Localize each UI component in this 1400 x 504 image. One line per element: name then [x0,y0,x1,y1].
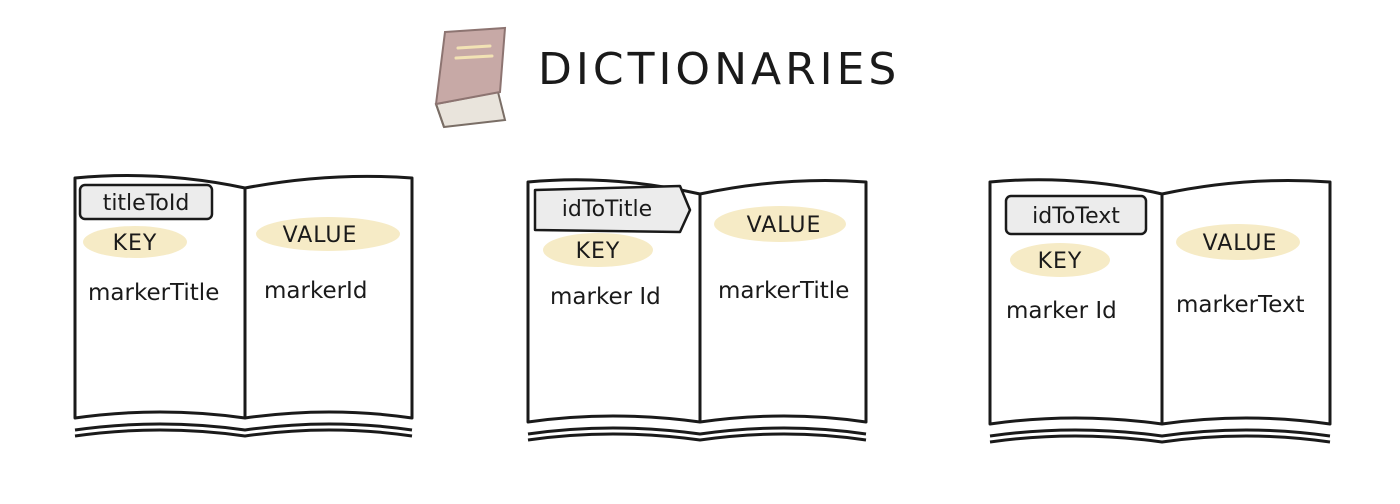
dictionary-name: idToTitle [562,197,652,222]
book-page-edges [74,422,413,438]
key-label: KEY [113,231,158,256]
dictionary-book-1: titleToId KEY VALUE markerTitle markerId [73,174,414,438]
key-label: KEY [1038,249,1083,274]
dictionary-name: idToText [1032,204,1120,229]
dictionary-book-2: idToTitle KEY VALUE marker Id markerTitl… [526,178,868,442]
key-field: marker Id [550,284,661,310]
book-page-edges [989,428,1331,444]
value-label: VALUE [283,223,358,248]
value-field: markerText [1176,292,1305,318]
key-field: markerTitle [88,280,219,306]
key-label: KEY [576,239,621,264]
book-page-edges [527,426,867,442]
value-field: markerId [264,278,367,304]
value-label: VALUE [747,213,822,238]
dictionaries-diagram: DICTIONARIES titleToId KEY VALUE markerT… [73,26,1332,444]
diagram-title: DICTIONARIES [538,44,900,95]
value-label: VALUE [1203,231,1278,256]
book-icon [434,26,507,129]
value-field: markerTitle [718,278,849,304]
dictionary-name: titleToId [103,191,190,216]
key-field: marker Id [1006,298,1117,324]
dictionary-book-3: idToText KEY VALUE marker Id markerText [988,178,1332,444]
